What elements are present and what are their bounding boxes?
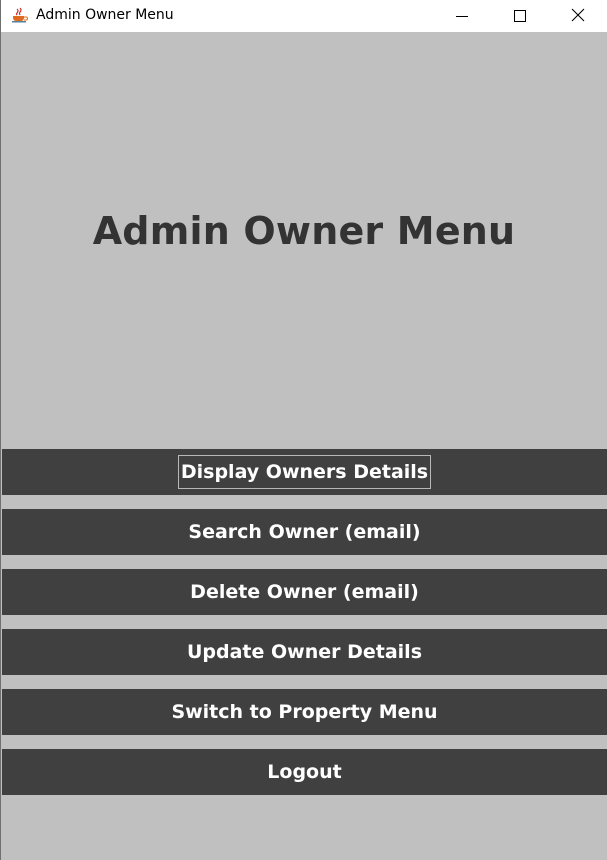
button-label: Update Owner Details [186, 641, 423, 663]
content-panel: Admin Owner Menu Display Owners Details … [1, 32, 607, 860]
delete-owner-button[interactable]: Delete Owner (email) [2, 569, 607, 615]
window-title: Admin Owner Menu [36, 7, 174, 23]
minimize-button[interactable] [439, 0, 485, 32]
maximize-icon [514, 7, 526, 26]
search-owner-button[interactable]: Search Owner (email) [2, 509, 607, 555]
update-owner-details-button[interactable]: Update Owner Details [2, 629, 607, 675]
close-icon [571, 7, 585, 26]
close-button[interactable] [555, 0, 601, 32]
display-owners-details-button[interactable]: Display Owners Details [2, 449, 607, 495]
app-window: Admin Owner Menu Admin Owner Menu Displa… [0, 0, 607, 860]
maximize-button[interactable] [497, 0, 543, 32]
logout-button[interactable]: Logout [2, 749, 607, 795]
java-cup-icon [11, 7, 29, 23]
button-label: Logout [267, 761, 342, 783]
switch-to-property-menu-button[interactable]: Switch to Property Menu [2, 689, 607, 735]
button-label: Switch to Property Menu [171, 701, 438, 723]
minimize-icon [456, 7, 468, 26]
button-label: Search Owner (email) [188, 521, 421, 543]
button-label: Delete Owner (email) [190, 581, 419, 603]
button-label: Display Owners Details [177, 455, 432, 489]
title-bar[interactable]: Admin Owner Menu [1, 0, 607, 32]
page-title: Admin Owner Menu [92, 209, 516, 253]
